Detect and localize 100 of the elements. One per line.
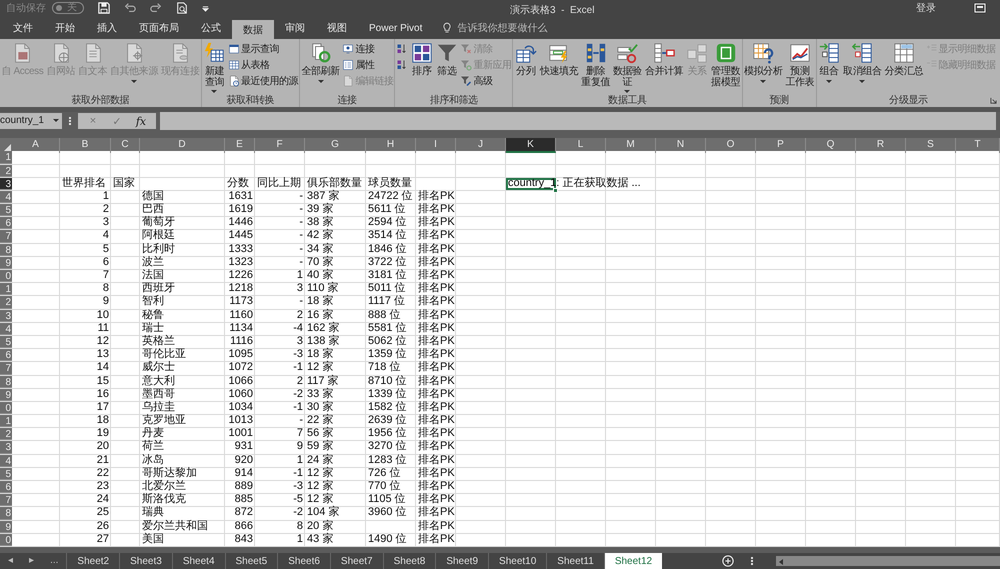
dialog-launcher-icon[interactable] bbox=[990, 96, 997, 104]
row-header[interactable]: 2 bbox=[0, 296, 12, 309]
name-box[interactable]: country_1 bbox=[0, 113, 62, 130]
row-header[interactable]: 1 bbox=[0, 415, 12, 428]
ribbon-tab[interactable]: 公式 bbox=[190, 16, 232, 40]
ribbon-button[interactable]: 最近使用的源 bbox=[226, 74, 299, 88]
ribbon-button[interactable]: 数据验 证 bbox=[611, 41, 644, 94]
ribbon-button[interactable]: 高级 bbox=[459, 74, 512, 88]
sheet-nav-button[interactable]: ▸ bbox=[21, 553, 42, 569]
row-header[interactable]: 6 bbox=[0, 481, 12, 494]
ribbon-tab[interactable]: 审阅 bbox=[274, 16, 316, 40]
row-header[interactable]: 1 bbox=[0, 283, 12, 296]
ribbon-button[interactable]: 筛选 bbox=[434, 41, 460, 78]
ribbon-tab[interactable]: 文件 bbox=[2, 16, 44, 40]
ribbon-button[interactable]: 模拟分析 bbox=[742, 41, 784, 83]
ribbon-button[interactable]: 全部刷新 bbox=[300, 41, 342, 83]
sheet-tab[interactable]: Sheet8 bbox=[382, 553, 436, 569]
formula-button[interactable]: × bbox=[82, 113, 104, 130]
customize-caret-icon[interactable] bbox=[202, 4, 209, 12]
ribbon-display-icon[interactable] bbox=[974, 2, 986, 14]
ribbon-tab[interactable]: 视图 bbox=[316, 16, 358, 40]
sheet-tab[interactable]: Sheet2 bbox=[66, 553, 120, 569]
table-cell: 排名PK bbox=[418, 507, 455, 520]
row-header[interactable]: 7 bbox=[0, 230, 12, 243]
formula-field[interactable] bbox=[160, 112, 996, 130]
more-icon[interactable] bbox=[66, 117, 74, 126]
sheet-tab[interactable]: Sheet4 bbox=[172, 553, 225, 569]
table-cell-text: 1359 位 bbox=[368, 349, 407, 361]
ribbon-tab[interactable]: 数据 bbox=[232, 20, 274, 40]
sheet-tab[interactable]: Sheet6 bbox=[277, 553, 330, 569]
list-icon bbox=[342, 59, 354, 72]
ribbon-button[interactable]: 显示查询 bbox=[226, 42, 299, 56]
sheet-nav-button[interactable]: ... bbox=[42, 553, 66, 569]
ribbon-button[interactable]: 新建 查询 bbox=[202, 41, 227, 94]
row-header[interactable]: 8 bbox=[0, 244, 12, 256]
ribbon-button[interactable]: 合并计算 bbox=[643, 41, 685, 78]
row-header[interactable]: 1 bbox=[0, 151, 12, 164]
ribbon-tab[interactable]: 开始 bbox=[44, 16, 86, 40]
row-header[interactable]: 5 bbox=[0, 204, 12, 216]
formula-button[interactable]: ✓ bbox=[106, 113, 128, 130]
row-header[interactable]: 2 bbox=[0, 164, 12, 177]
table-cell: 718 位 bbox=[368, 362, 400, 374]
row-header[interactable]: 5 bbox=[0, 468, 12, 480]
row-header[interactable]: 9 bbox=[0, 256, 12, 269]
horizontal-scrollbar[interactable] bbox=[776, 556, 1000, 566]
window-icon bbox=[342, 43, 354, 56]
tell-me-field[interactable]: 告诉我你想要做什么 bbox=[455, 22, 590, 35]
row-header[interactable]: 0 bbox=[0, 534, 12, 546]
sheet-tab[interactable]: Sheet10 bbox=[488, 553, 546, 569]
row-header[interactable]: 9 bbox=[0, 388, 12, 401]
row-header[interactable]: 8 bbox=[0, 507, 12, 520]
ribbon-button[interactable]: 属性 bbox=[341, 58, 394, 72]
sheet-tab[interactable]: Sheet7 bbox=[330, 553, 383, 569]
ribbon-button[interactable]: 预测 工作表 bbox=[784, 41, 816, 88]
row-header[interactable]: 3 bbox=[0, 441, 12, 454]
add-sheet-icon[interactable] bbox=[722, 555, 734, 567]
table-cell: 威尔士 bbox=[142, 362, 175, 374]
ribbon-button[interactable]: 连接 bbox=[341, 42, 394, 56]
ribbon-button[interactable]: 排序 bbox=[409, 41, 434, 78]
row-header[interactable]: 4 bbox=[0, 190, 12, 204]
ribbon-button[interactable]: 从表格 bbox=[226, 58, 299, 72]
row-header[interactable]: 0 bbox=[0, 270, 12, 282]
row-header[interactable]: 7 bbox=[0, 362, 12, 374]
fill-handle[interactable] bbox=[553, 188, 558, 193]
sign-in-link[interactable]: 登录 bbox=[916, 1, 936, 16]
ribbon-tab[interactable]: Power Pivot bbox=[358, 16, 434, 40]
sheet-tab[interactable]: Sheet9 bbox=[435, 553, 488, 569]
ribbon-button[interactable]: 分类汇总 bbox=[883, 41, 925, 78]
formula-button[interactable]: fx bbox=[130, 113, 152, 130]
ribbon-button[interactable]: 快速填充 bbox=[538, 41, 580, 78]
ribbon-button[interactable]: 取消组合 bbox=[842, 41, 884, 83]
save-icon[interactable] bbox=[98, 2, 110, 14]
row-header[interactable]: 5 bbox=[0, 336, 12, 348]
row-header[interactable]: 0 bbox=[0, 402, 12, 414]
row-header[interactable]: 6 bbox=[0, 217, 12, 230]
ribbon-button[interactable]: 管理数 据模型 bbox=[710, 41, 742, 88]
table-cell: 8 bbox=[102, 283, 109, 296]
print-preview-icon[interactable] bbox=[176, 2, 188, 14]
row-header[interactable]: 3 bbox=[0, 310, 12, 322]
row-header[interactable]: 8 bbox=[0, 376, 12, 388]
ribbon-button[interactable]: 分列 bbox=[513, 41, 538, 78]
table-cell-text: 排名PK bbox=[418, 336, 455, 348]
sheet-tab[interactable]: Sheet3 bbox=[119, 553, 172, 569]
row-header[interactable]: 7 bbox=[0, 494, 12, 506]
sheet-tab[interactable]: Sheet12 bbox=[604, 553, 662, 569]
ribbon-tab[interactable]: 插入 bbox=[86, 16, 128, 40]
row-header[interactable]: 2 bbox=[0, 428, 12, 440]
sheet-tab[interactable]: Sheet5 bbox=[224, 553, 278, 569]
redo-icon[interactable] bbox=[150, 2, 162, 14]
row-header[interactable]: 6 bbox=[0, 349, 12, 362]
column-header[interactable]: K bbox=[506, 138, 556, 154]
ribbon-tab[interactable]: 页面布局 bbox=[128, 16, 190, 40]
sheet-nav-button[interactable]: ◂ bbox=[0, 553, 22, 569]
row-header[interactable]: 9 bbox=[0, 520, 12, 533]
row-header[interactable]: 4 bbox=[0, 322, 12, 335]
ribbon-button[interactable]: 组合 bbox=[816, 41, 842, 83]
ribbon-button[interactable]: 删除 重复值 bbox=[580, 41, 612, 88]
row-header[interactable]: 3 bbox=[0, 178, 12, 190]
undo-icon[interactable] bbox=[124, 2, 136, 14]
row-header[interactable]: 4 bbox=[0, 454, 12, 467]
